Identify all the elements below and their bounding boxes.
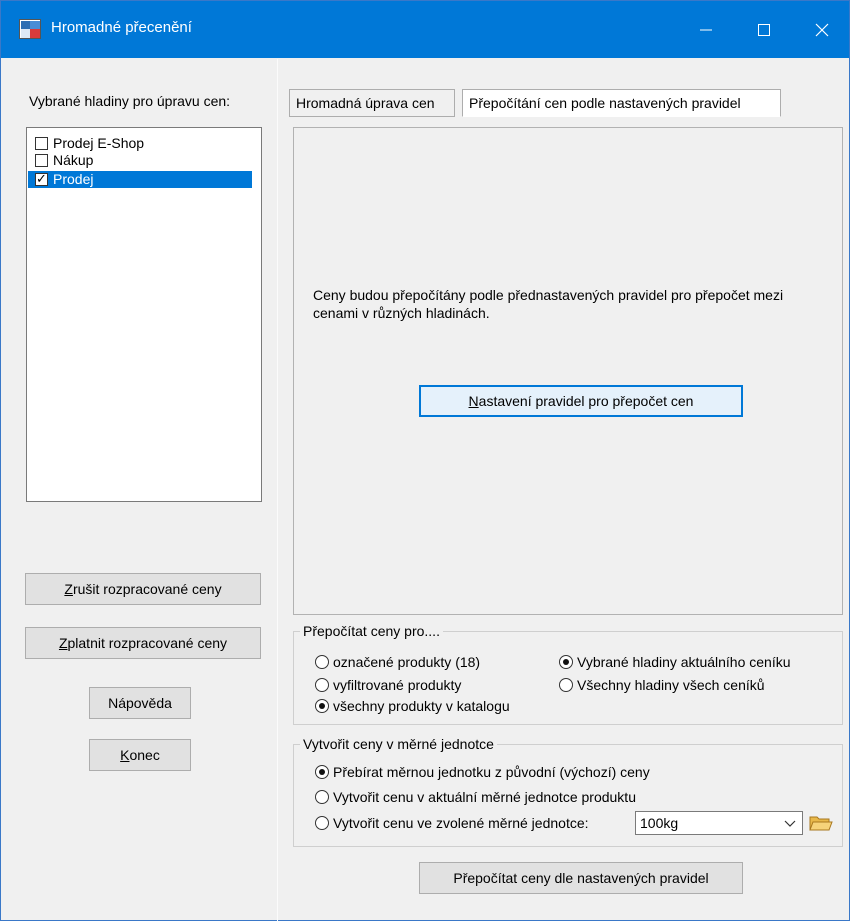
chevron-down-icon[interactable] xyxy=(784,817,796,829)
radio-label: Vybrané hladiny aktuálního ceníku xyxy=(577,654,791,670)
radio-circle[interactable] xyxy=(315,765,329,779)
tab-recalc-rules[interactable]: Přepočítání cen podle nastavených pravid… xyxy=(462,89,781,117)
radio-label: Vytvořit cenu ve zvolené měrné jednotce: xyxy=(333,815,589,831)
radio-circle[interactable] xyxy=(315,699,329,713)
level-label: Nákup xyxy=(53,152,94,168)
radio-circle[interactable] xyxy=(315,816,329,830)
level-label: Prodej E-Shop xyxy=(53,135,145,151)
maximize-icon xyxy=(758,24,770,36)
rules-settings-text: astavení pravidel pro přepočet cen xyxy=(478,393,694,409)
help-button[interactable]: Nápověda xyxy=(89,687,191,719)
radio-label: všechny produkty v katalogu xyxy=(333,698,510,714)
tab-page-recalc xyxy=(293,127,843,615)
close-dialog-text: onec xyxy=(129,747,160,763)
rules-settings-accesskey: N xyxy=(468,393,479,409)
products-group-legend: Přepočítat ceny pro.... xyxy=(300,623,443,639)
tab-bulk-edit[interactable]: Hromadná úprava cen xyxy=(289,89,455,117)
levels-listbox[interactable]: Prodej E-Shop Nákup ✓ Prodej xyxy=(26,127,262,502)
radio-label: Všechny hladiny všech ceníků xyxy=(577,677,765,693)
radio-label: Přebírat měrnou jednotku z původní (vých… xyxy=(333,764,650,780)
recalc-info-text: Ceny budou přepočítány podle přednastave… xyxy=(313,287,784,321)
apply-drafts-label: Zplatnit rozpracované ceny xyxy=(26,628,260,658)
radio-label: označené produkty (18) xyxy=(333,654,481,670)
cancel-drafts-text: rušit rozpracované ceny xyxy=(72,581,222,597)
radio-circle[interactable] xyxy=(315,655,329,669)
radio-label: vyfiltrované produkty xyxy=(333,677,462,693)
level-checkbox[interactable]: ✓ xyxy=(35,171,48,186)
minimize-button[interactable] xyxy=(677,1,735,58)
pane-divider xyxy=(277,59,278,921)
minimize-icon xyxy=(700,29,712,31)
maximize-button[interactable] xyxy=(735,1,793,58)
unit-group-legend: Vytvořit ceny v měrné jednotce xyxy=(300,736,497,752)
close-dialog-label: Konec xyxy=(90,740,190,770)
help-label: Nápověda xyxy=(108,695,172,711)
rules-settings-label: Nastavení pravidel pro přepočet cen xyxy=(469,393,694,409)
apply-drafts-button[interactable]: Zplatnit rozpracované ceny xyxy=(25,627,261,659)
folder-icon xyxy=(809,816,833,831)
level-label: Prodej xyxy=(53,171,94,187)
close-icon xyxy=(815,23,829,37)
recalc-prices-label: Přepočítat ceny dle nastavených pravidel xyxy=(453,870,709,886)
radio-circle[interactable] xyxy=(559,678,573,692)
level-item-nakup[interactable]: Nákup xyxy=(28,152,252,169)
level-item-prodej[interactable]: ✓ Prodej xyxy=(28,171,252,188)
radio-dot xyxy=(563,659,569,665)
dialog-window: Hromadné přecenění Vybrané hladiny pro ú… xyxy=(0,0,850,921)
app-icon xyxy=(19,19,41,39)
radio-circle[interactable] xyxy=(559,655,573,669)
cancel-drafts-accesskey: Z xyxy=(64,581,73,597)
window-title: Hromadné přecenění xyxy=(51,19,192,36)
radio-dot xyxy=(319,769,325,775)
levels-label: Vybrané hladiny pro úpravu cen: xyxy=(29,93,231,109)
level-checkbox[interactable] xyxy=(35,154,48,167)
close-dialog-button[interactable]: Konec xyxy=(89,739,191,771)
radio-circle[interactable] xyxy=(315,678,329,692)
radio-circle[interactable] xyxy=(315,790,329,804)
recalc-prices-button[interactable]: Přepočítat ceny dle nastavených pravidel xyxy=(419,862,743,894)
check-icon: ✓ xyxy=(36,171,47,186)
unit-combo-value: 100kg xyxy=(640,815,679,831)
cancel-drafts-button[interactable]: Zrušit rozpracované ceny xyxy=(25,573,261,605)
level-checkbox[interactable] xyxy=(35,137,48,150)
cancel-drafts-label: Zrušit rozpracované ceny xyxy=(26,574,260,604)
radio-label: Vytvořit cenu v aktuální měrné jednotce … xyxy=(333,789,636,805)
level-item-prodej-eshop[interactable]: Prodej E-Shop xyxy=(28,135,252,152)
unit-combo[interactable]: 100kg xyxy=(635,811,803,835)
radio-dot xyxy=(319,703,325,709)
rules-settings-button[interactable]: Nastavení pravidel pro přepočet cen xyxy=(419,385,743,417)
close-button[interactable] xyxy=(793,1,850,58)
apply-drafts-text: platnit rozpracované ceny xyxy=(67,635,228,651)
title-bar[interactable]: Hromadné přecenění xyxy=(1,1,849,58)
apply-drafts-accesskey: Z xyxy=(58,635,68,651)
browse-units-button[interactable] xyxy=(807,811,833,835)
